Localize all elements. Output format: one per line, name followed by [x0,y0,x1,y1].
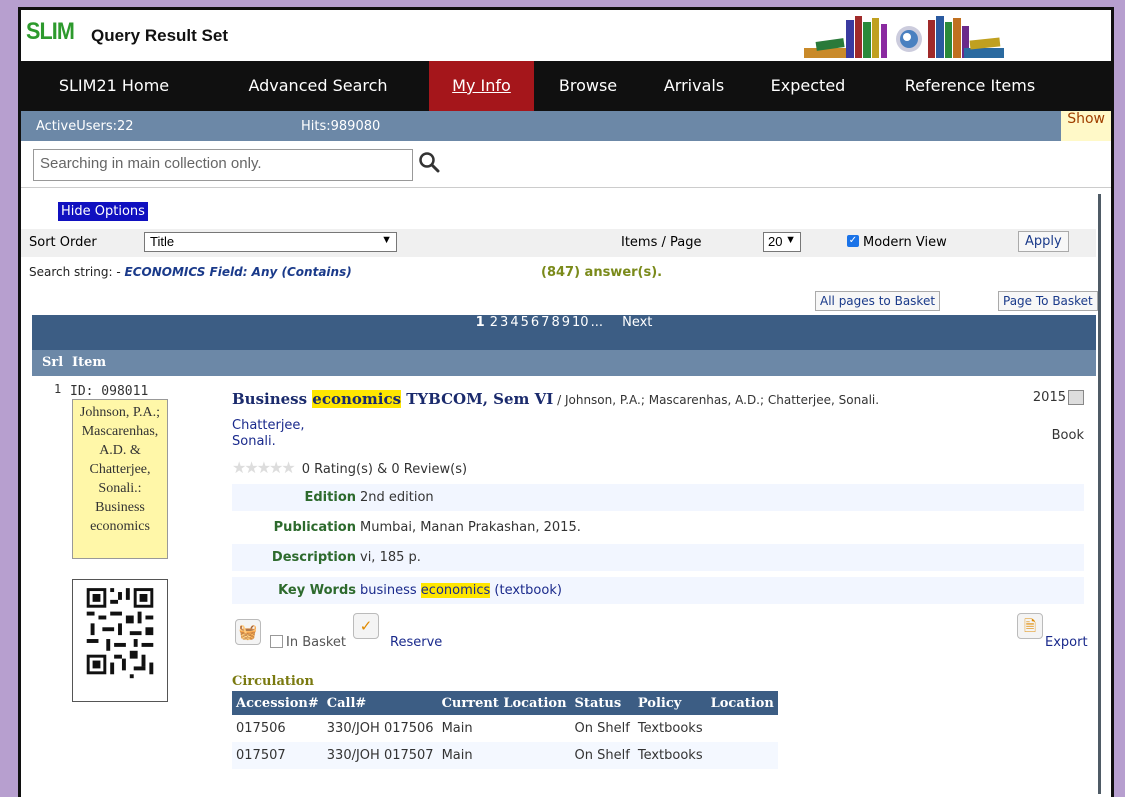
modern-view-checkbox[interactable]: ✓ [847,235,859,247]
column-header: Call# [322,691,438,715]
page-link[interactable]: 5 [521,315,529,330]
chevron-down-icon: ▼ [785,234,796,246]
item-id: ID: 098011 [70,384,149,399]
page-current: 1 [475,315,485,330]
page-link[interactable]: 2 [490,315,498,330]
items-per-page-select[interactable]: 20 ▼ [763,232,801,252]
detail-publication: Publication Mumbai, Manan Prakashan, 2015… [273,520,581,535]
status-bar: ActiveUsers:22 Hits:989080 Show [21,111,1111,141]
sort-order-select[interactable]: Title ▼ [144,232,397,252]
column-header: Status [570,691,634,715]
item-title[interactable]: Business economics TYBCOM, Sem VI / John… [232,390,879,408]
in-basket-label: In Basket [286,635,347,650]
nav-item-advanced-search[interactable]: Advanced Search [207,61,429,111]
page-title: Query Result Set [91,26,228,45]
nav-item-home[interactable]: SLIM21 Home [21,61,207,111]
star-rating-icon[interactable]: ★★★★★ [232,458,296,477]
detail-keywords: Key Words business economics (textbook) [232,577,1084,604]
table-row: 017506 330/JOH 017506 Main On Shelf Textbook… [236,721,703,736]
srl-header: Srl [42,355,64,370]
export-icon[interactable]: 🗎 [1017,613,1043,639]
books-banner-icon [804,16,1004,58]
hide-options-link[interactable]: Hide Options [58,202,148,221]
items-per-page-label: Items / Page [621,235,702,250]
page-link[interactable]: 7 [541,315,549,330]
hits-count: Hits:989080 [301,119,381,134]
table-row: 017507 330/JOH 017507 Main On Shelf Textbook… [232,742,778,769]
column-header: Location [706,691,778,715]
pagination: 1 2 3 4 5 6 7 8 9 10... Next [32,315,1096,350]
circulation-title: Circulation [232,674,314,689]
top-bar: SLIM Query Result Set [21,10,1111,61]
slim-logo: SLIM [26,18,75,45]
next-page-link[interactable]: Next [622,315,652,330]
column-header: Accession# [232,691,323,715]
rating: ★★★★★ 0 Rating(s) & 0 Review(s) [232,458,468,477]
page-ellipsis[interactable]: ... [591,315,603,330]
author-link[interactable]: Chatterjee, Sonali. [232,418,305,450]
catalog-card: Johnson, P.A.; Mascarenhas, A.D. & Chatterj… [72,399,168,559]
nav-item-arrivals[interactable]: Arrivals [642,61,746,111]
detail-description: Description vi, 185 p. [232,544,1084,571]
item-header: Item [72,355,107,370]
chevron-down-icon: ▼ [381,234,392,246]
circulation-table: Accession# Call# Current Location Status… [232,691,778,769]
page-link[interactable]: 8 [551,315,559,330]
page-link[interactable]: 6 [531,315,539,330]
answer-count: (847) answer(s). [541,265,663,280]
reserve-icon[interactable]: ✓ [353,613,379,639]
main-nav: SLIM21 Home Advanced Search My Info Brow… [21,61,1111,111]
apply-button[interactable]: Apply [1018,231,1069,252]
modern-view-label: Modern View [863,235,947,250]
active-users: ActiveUsers:22 [36,119,134,134]
reserve-link[interactable]: Reserve [390,635,442,650]
all-pages-to-basket-button[interactable]: All pages to Basket [815,291,941,311]
page-link[interactable]: 9 [562,315,570,330]
in-basket-checkbox[interactable] [270,635,283,648]
nav-item-my-info[interactable]: My Info [429,61,534,111]
search-icon[interactable] [418,151,440,173]
results-content: Hide Options Sort Order Title ▼ Items / P… [21,188,1111,797]
page-to-basket-button[interactable]: Page To Basket [998,291,1098,311]
column-header: Current Location [437,691,571,715]
search-string: Search string: - ECONOMICS Field: Any (C… [29,265,352,279]
nav-item-expected[interactable]: Expected [746,61,870,111]
show-button[interactable]: Show [1061,111,1111,141]
sort-options-row: Sort Order Title ▼ Items / Page 20 ▼ ✓ Mod… [21,229,1096,257]
search-input[interactable]: Searching in main collection only. [33,149,413,181]
page-link[interactable]: 10 [572,315,589,330]
result-item: 1 ID: 098011 Johnson, P.A.; Mascarenhas, A… [32,376,1096,797]
nav-item-reference-items[interactable]: Reference Items [870,61,1070,111]
qr-code-icon [72,579,168,702]
page-link[interactable]: 3 [500,315,508,330]
search-row: Searching in main collection only. [21,141,1111,188]
export-link[interactable]: Export [1045,635,1088,650]
browser-window: SLIM Query Result Set SLIM21 Home Advanc… [21,10,1111,797]
results-table-header: Srl Item [32,350,1096,376]
basket-icon[interactable]: 🧺 [235,619,261,645]
item-year: 2015 [1032,390,1066,405]
page-link[interactable]: 4 [510,315,518,330]
nav-item-browse[interactable]: Browse [534,61,642,111]
image-icon[interactable] [1068,390,1084,405]
item-type: Book [1051,428,1084,443]
sort-order-label: Sort Order [29,235,97,250]
table-header-row: Accession# Call# Current Location Status… [232,691,778,715]
detail-edition: Edition 2nd edition [232,484,1084,511]
column-header: Policy [633,691,707,715]
window-frame: SLIM Query Result Set SLIM21 Home Advanc… [18,7,1114,797]
item-serial: 1 [54,382,62,396]
item-actions: 🧺 In Basket ✓ Reserve 🗎 Export [232,613,1088,659]
scrollbar[interactable] [1098,194,1101,794]
